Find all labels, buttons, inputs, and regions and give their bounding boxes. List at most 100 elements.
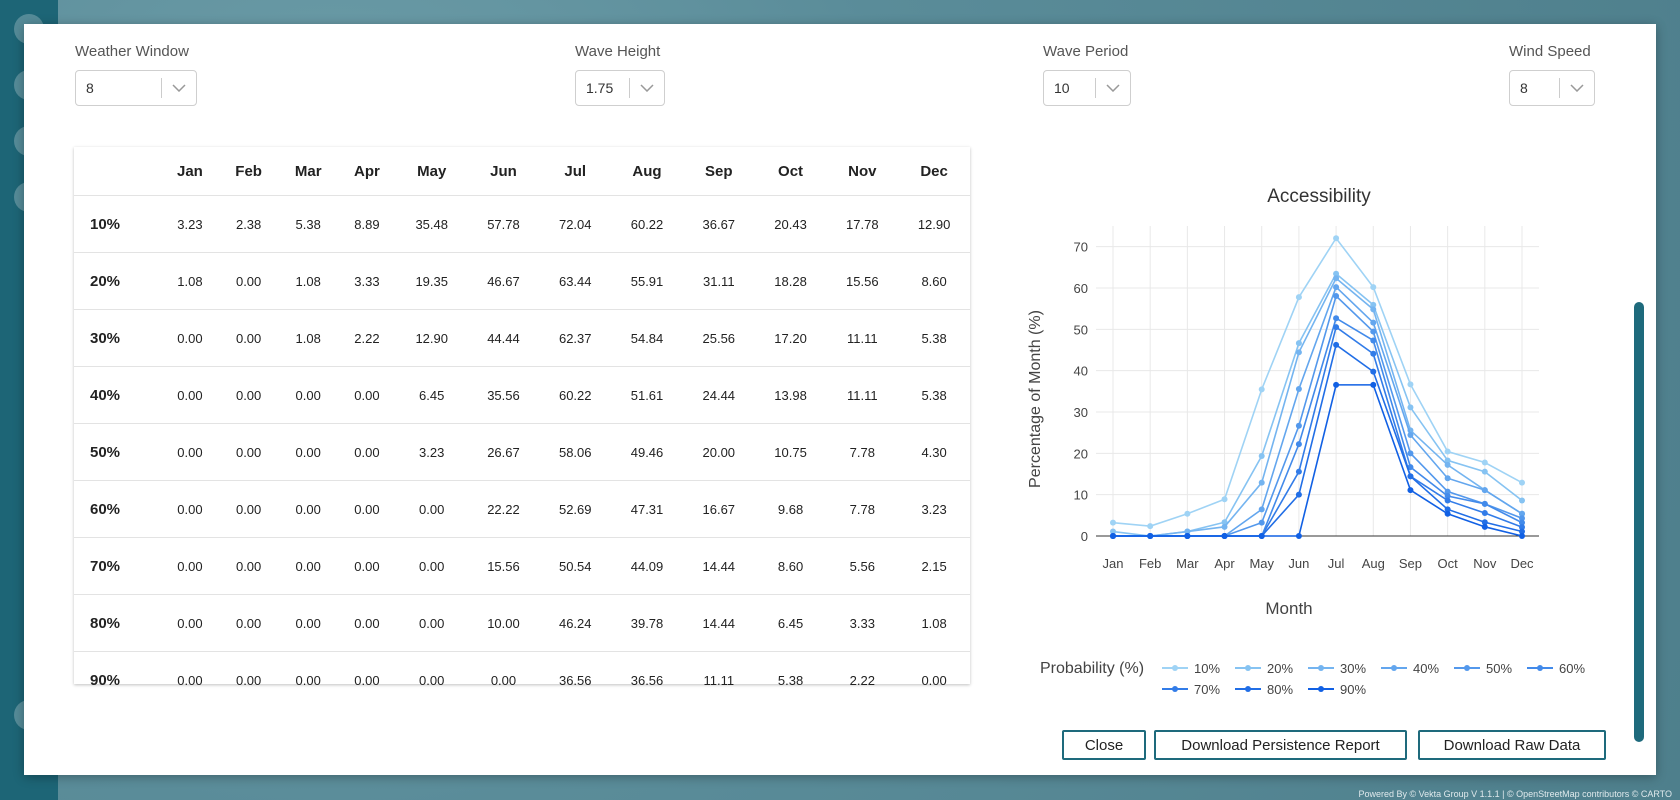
data-point [1184, 510, 1191, 517]
filter-wind-speed: Wind Speed 8 [1509, 43, 1595, 106]
row-header: 50% [74, 423, 161, 481]
table-cell: 13.98 [754, 366, 827, 424]
legend-entry: 60% [1559, 661, 1585, 676]
table-cell: 15.56 [826, 252, 899, 310]
table-cell: 10.00 [467, 594, 540, 652]
data-point [1407, 487, 1414, 494]
table-cell: 16.67 [682, 480, 755, 538]
data-point [1333, 381, 1340, 388]
table-cell: 3.33 [338, 252, 396, 310]
table-cell: 2.22 [826, 651, 899, 708]
close-button[interactable]: Close [1062, 730, 1146, 760]
row-header: 20% [74, 252, 161, 310]
filter-wave-height: Wave Height 1.75 [575, 43, 665, 106]
table-cell: 60.22 [539, 366, 612, 424]
data-point [1370, 337, 1377, 344]
column-header: May [417, 162, 447, 180]
table-cell: 9.68 [754, 480, 827, 538]
data-point [1481, 459, 1488, 466]
column-header: Apr [353, 162, 380, 180]
table-header-row: Jan Feb Mar Apr May Jun Jul Aug Sep Oct … [74, 147, 970, 196]
table-cell: 26.67 [467, 423, 540, 481]
table-row: 80% 0.00 0.00 0.00 0.00 0.00 10.00 46.24 39.78 14… [74, 594, 970, 652]
filter-label: Wind Speed [1509, 43, 1591, 60]
table-cell: 1.08 [898, 594, 970, 652]
table-cell: 19.35 [395, 252, 468, 310]
table-cell: 3.23 [161, 195, 219, 253]
data-point [1295, 340, 1302, 347]
table-cell: 0.00 [338, 594, 396, 652]
scrollbar[interactable] [1634, 24, 1644, 775]
wind-speed-select[interactable]: 8 [1509, 70, 1595, 106]
column-header: Dec [920, 162, 948, 180]
chart-title: Accessibility [1267, 186, 1371, 207]
legend-entry: 90% [1340, 682, 1366, 697]
table-cell: 11.11 [682, 651, 755, 708]
legend-swatch-dot [1537, 665, 1543, 671]
table-cell: 5.38 [754, 651, 827, 708]
select-value: 8 [86, 80, 94, 96]
table-cell: 36.67 [682, 195, 755, 253]
table-cell: 0.00 [161, 366, 219, 424]
data-point [1147, 533, 1154, 539]
accessibility-table: Jan Feb Mar Apr May Jun Jul Aug Sep Oct … [74, 147, 970, 708]
table-cell: 7.78 [826, 423, 899, 481]
chevron-down-icon[interactable] [1560, 84, 1594, 92]
y-tick-label: 30 [1074, 405, 1088, 420]
row-header: 10% [74, 195, 161, 253]
table-cell: 50.54 [539, 537, 612, 595]
chevron-down-icon[interactable] [162, 84, 196, 92]
data-point [1333, 341, 1340, 348]
y-tick-label: 50 [1074, 322, 1088, 337]
row-header: 30% [74, 309, 161, 367]
table-cell: 8.60 [898, 252, 970, 310]
x-tick-label: Nov [1473, 556, 1497, 571]
download-raw-data-button[interactable]: Download Raw Data [1418, 730, 1606, 760]
data-point [1519, 497, 1525, 504]
legend-swatch-dot [1464, 665, 1470, 671]
y-tick-label: 70 [1074, 240, 1088, 255]
chevron-down-icon[interactable] [1096, 84, 1130, 92]
data-point [1444, 510, 1451, 517]
table-cell: 6.45 [395, 366, 468, 424]
chevron-down-icon[interactable] [630, 84, 664, 92]
table-cell: 8.60 [754, 537, 827, 595]
x-tick-label: Feb [1139, 556, 1161, 571]
table-cell: 39.78 [611, 594, 683, 652]
table-cell: 22.22 [467, 480, 540, 538]
data-point [1221, 533, 1228, 539]
data-point [1295, 441, 1302, 448]
column-header: Mar [294, 162, 322, 180]
data-point [1407, 404, 1414, 411]
table-cell: 44.44 [467, 309, 540, 367]
x-tick-label: Sep [1399, 556, 1422, 571]
y-tick-label: 0 [1081, 529, 1088, 544]
table-cell: 0.00 [161, 594, 219, 652]
x-tick-label: Dec [1510, 556, 1534, 571]
data-point [1221, 523, 1228, 530]
table-cell: 52.69 [539, 480, 612, 538]
scrollbar-thumb[interactable] [1634, 302, 1644, 742]
x-tick-label: May [1249, 556, 1274, 571]
filter-weather-window: Weather Window 8 [75, 43, 197, 106]
weather-window-select[interactable]: 8 [75, 70, 197, 106]
table-cell: 17.20 [754, 309, 827, 367]
table-cell: 11.11 [826, 309, 899, 367]
wave-height-select[interactable]: 1.75 [575, 70, 665, 106]
data-point [1407, 381, 1414, 388]
corner-header [74, 147, 161, 196]
x-tick-label: Jun [1288, 556, 1309, 571]
wave-period-select[interactable]: 10 [1043, 70, 1131, 106]
column-header: Nov [848, 162, 877, 180]
table-cell: 0.00 [395, 537, 468, 595]
x-tick-label: Jan [1103, 556, 1124, 571]
download-persistence-report-button[interactable]: Download Persistence Report [1154, 730, 1407, 760]
table-cell: 0.00 [467, 651, 540, 708]
table-cell: 0.00 [218, 252, 279, 310]
table-cell: 12.90 [898, 195, 970, 253]
data-point [1184, 533, 1191, 539]
table-cell: 0.00 [161, 537, 219, 595]
data-point [1333, 324, 1340, 331]
table-cell: 54.84 [611, 309, 683, 367]
table-cell: 6.45 [754, 594, 827, 652]
